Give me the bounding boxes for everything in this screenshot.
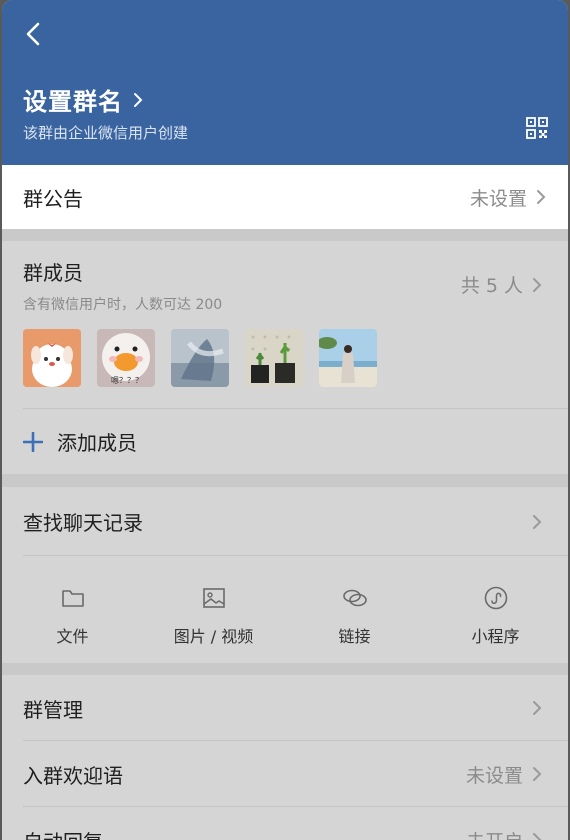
avatar-duck[interactable]: 嗯？？？ xyxy=(97,329,155,387)
section-separator xyxy=(2,663,568,675)
section-separator xyxy=(2,474,568,487)
chevron-right-icon xyxy=(533,514,542,529)
group-settings-screen: 设置群名 该群由企业微信用户创建 群公告 未设置 群成员 含有微信用户时，人数可… xyxy=(2,0,568,840)
settings-list: 群管理 入群欢迎语 未设置 自动回复 未开启 xyxy=(2,675,568,840)
shortcut-files[interactable]: 文件 xyxy=(2,581,143,647)
search-history-row[interactable]: 查找聊天记录 xyxy=(23,507,543,536)
group-notice-row[interactable]: 群公告 未设置 xyxy=(2,165,568,229)
folder-icon xyxy=(61,590,84,607)
divider xyxy=(23,408,568,409)
member-avatars: 嗯？？？ xyxy=(23,329,377,387)
chevron-right-icon xyxy=(537,190,546,204)
members-hint: 含有微信用户时，人数可达 200 xyxy=(23,297,223,313)
members-section: 群成员 含有微信用户时，人数可达 200 共 5 人 嗯？？？ 添加成员 xyxy=(2,241,568,474)
shortcut-files-label: 文件 xyxy=(56,627,89,646)
members-count-button[interactable]: 共 5 人 xyxy=(461,271,543,298)
search-shortcuts: 文件 图片 / 视频 链接 小程序 xyxy=(2,581,568,647)
avatar-cartoon-dog[interactable] xyxy=(23,329,81,387)
search-history-section: 查找聊天记录 文件 图片 / 视频 链接 小程序 xyxy=(2,487,568,663)
shortcut-media-label: 图片 / 视频 xyxy=(173,627,254,646)
shortcut-media[interactable]: 图片 / 视频 xyxy=(143,581,284,647)
divider xyxy=(23,555,568,556)
auto-reply-row[interactable]: 自动回复 未开启 xyxy=(23,807,543,840)
search-history-label: 查找聊天记录 xyxy=(23,511,143,535)
plus-icon xyxy=(23,431,43,452)
welcome-message-row[interactable]: 入群欢迎语 未设置 xyxy=(23,741,543,807)
members-count: 共 5 人 xyxy=(460,275,523,297)
add-member-button[interactable]: 添加成员 xyxy=(23,427,137,456)
link-icon xyxy=(342,589,367,607)
shortcut-links[interactable]: 链接 xyxy=(284,581,425,647)
mini-program-icon xyxy=(484,586,507,610)
shortcut-mini-programs-label: 小程序 xyxy=(471,627,520,646)
group-subtitle: 该群由企业微信用户创建 xyxy=(23,124,189,142)
avatar-motion-photo[interactable] xyxy=(171,329,229,387)
chevron-right-icon xyxy=(533,767,542,781)
chevron-right-icon xyxy=(533,833,542,840)
group-name-title: 设置群名 xyxy=(23,88,123,116)
group-notice-label: 群公告 xyxy=(23,186,83,211)
back-arrow-icon[interactable] xyxy=(20,20,48,48)
shortcut-links-label: 链接 xyxy=(338,627,371,646)
group-name-button[interactable]: 设置群名 xyxy=(23,82,145,117)
welcome-message-value: 未设置 xyxy=(465,764,523,787)
chevron-right-icon xyxy=(533,277,542,292)
avatar-duck-caption: 嗯？？？ xyxy=(111,376,143,385)
chevron-right-icon xyxy=(134,92,143,107)
group-management-label: 群管理 xyxy=(23,697,83,722)
qr-code-icon[interactable] xyxy=(525,116,549,140)
members-title: 群成员 xyxy=(23,261,83,285)
section-separator xyxy=(2,229,568,241)
group-management-row[interactable]: 群管理 xyxy=(23,675,543,741)
header: 设置群名 该群由企业微信用户创建 xyxy=(2,0,568,165)
avatar-beach-person[interactable] xyxy=(319,329,377,387)
avatar-plants[interactable] xyxy=(245,329,303,387)
auto-reply-label: 自动回复 xyxy=(23,826,103,840)
shortcut-mini-programs[interactable]: 小程序 xyxy=(425,581,566,647)
image-icon xyxy=(202,588,225,608)
chevron-right-icon xyxy=(533,701,542,715)
auto-reply-value: 未开启 xyxy=(466,827,523,840)
welcome-message-label: 入群欢迎语 xyxy=(23,763,123,788)
add-member-label: 添加成员 xyxy=(57,431,137,455)
group-notice-value: 未设置 xyxy=(469,187,527,210)
